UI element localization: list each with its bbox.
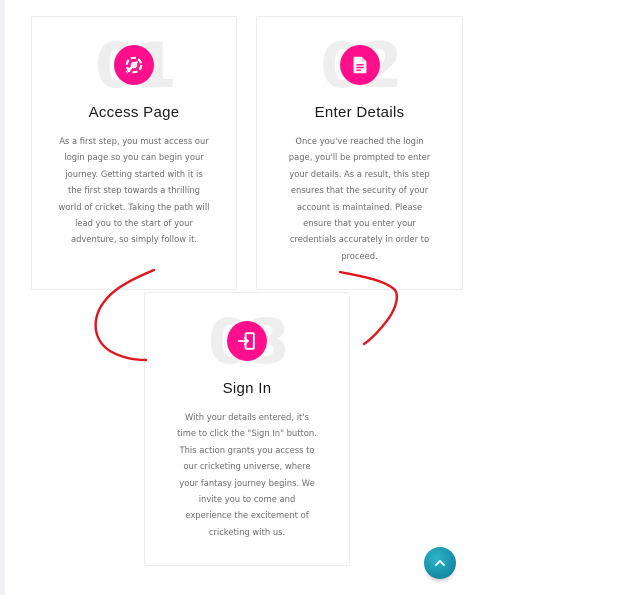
- edit-gear-icon: [114, 45, 154, 85]
- step-description: Once you've reached the login page, you'…: [288, 136, 431, 261]
- page-margin: [486, 0, 637, 595]
- step-card-sign-in: 03 Sign In With your details entered, it…: [144, 292, 350, 566]
- step-description: As a first step, you must access our log…: [58, 136, 210, 245]
- step-card-enter-details: 02 Enter Details Once you've reached the…: [256, 16, 463, 290]
- scroll-to-top-button[interactable]: [424, 547, 456, 579]
- step-title: Access Page: [88, 104, 180, 121]
- step-title: Sign In: [222, 380, 272, 397]
- step-title: Enter Details: [314, 104, 405, 121]
- sign-in-icon: [227, 321, 267, 361]
- step-description: With your details entered, it's time to …: [177, 412, 317, 537]
- step-card-access-page: 01 Access Page As a first step, you must…: [31, 16, 237, 290]
- chevron-up-icon: [435, 560, 445, 566]
- document-icon: [339, 45, 380, 85]
